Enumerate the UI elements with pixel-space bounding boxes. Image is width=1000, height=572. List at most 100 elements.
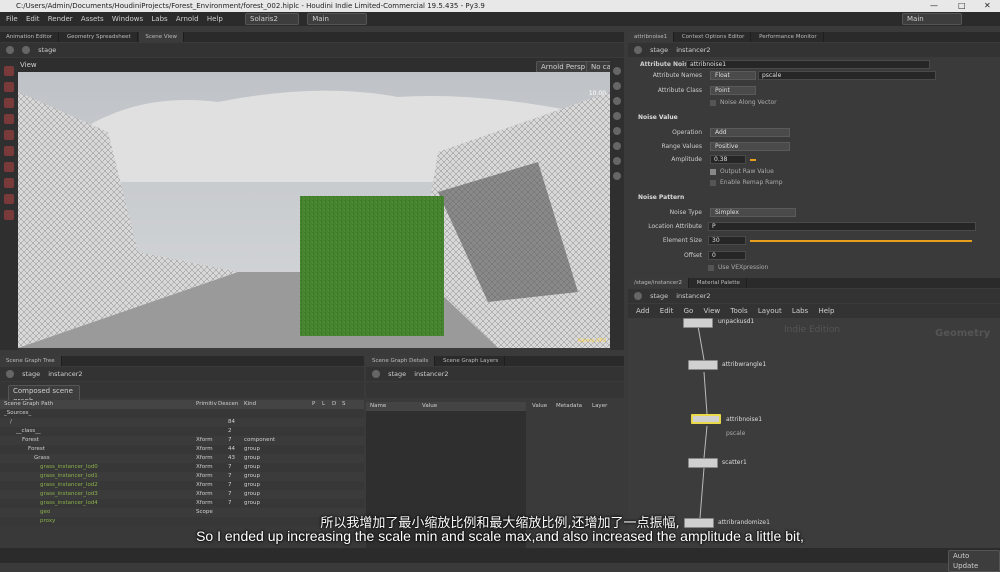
right-context-dropdown[interactable]: Main — [902, 13, 962, 25]
guides-icon[interactable] — [613, 157, 621, 165]
back-icon[interactable] — [634, 292, 642, 300]
shading-icon[interactable] — [613, 82, 621, 90]
col-s[interactable]: S — [342, 400, 346, 409]
tab-geometry-spreadsheet[interactable]: Geometry Spreadsheet — [61, 32, 138, 42]
net-menu-go[interactable]: Go — [684, 307, 694, 315]
lighting-icon[interactable] — [613, 97, 621, 105]
sgt-row[interactable]: grass_instancer_lod1 Xform 7 group — [0, 472, 364, 481]
desktop-dropdown[interactable]: Solaris2 — [245, 13, 300, 25]
node-name-field[interactable]: attribnoise1 — [686, 60, 930, 69]
tab-scene-graph-layers[interactable]: Scene Graph Layers — [437, 356, 506, 366]
node-unpackusd[interactable] — [683, 318, 713, 328]
snap-tool-icon[interactable] — [4, 194, 14, 204]
sgt-row[interactable]: grass_instancer_lod0 Xform 7 group — [0, 463, 364, 472]
tab-context-options[interactable]: Context Options Editor — [676, 32, 752, 42]
sgt-row[interactable]: / 84 — [0, 418, 364, 427]
menu-arnold[interactable]: Arnold — [176, 15, 199, 23]
scene-viewport[interactable]: 10.00 Karma XPU — [18, 72, 610, 348]
sgd-path-node[interactable]: instancer2 — [414, 370, 448, 378]
col-kind[interactable]: Kind — [244, 400, 256, 409]
output-raw-checkbox[interactable]: Output Raw Value — [710, 168, 774, 175]
sgt-path-node[interactable]: instancer2 — [48, 370, 82, 378]
menu-windows[interactable]: Windows — [112, 15, 143, 23]
forward-icon[interactable] — [22, 46, 31, 54]
grid-icon[interactable] — [613, 112, 621, 120]
offset-field[interactable]: 0 — [708, 251, 746, 260]
sgd-col-value[interactable]: Value — [422, 402, 437, 411]
net-menu-labs[interactable]: Labs — [792, 307, 808, 315]
col-path[interactable]: Scene Graph Path — [4, 400, 53, 409]
attr-name-field[interactable]: pscale — [758, 71, 936, 80]
menu-labs[interactable]: Labs — [151, 15, 167, 23]
close-button[interactable]: ✕ — [984, 0, 991, 12]
col-prim[interactable]: Primitiv — [196, 400, 217, 409]
tab-material-palette[interactable]: Material Palette — [691, 278, 747, 288]
node-attribwrangle[interactable] — [688, 360, 718, 370]
back-icon[interactable] — [372, 370, 380, 378]
rotate-tool-icon[interactable] — [4, 98, 14, 108]
maximize-button[interactable]: □ — [958, 0, 966, 12]
noise-along-vector-checkbox[interactable]: Noise Along Vector — [710, 99, 777, 106]
menu-assets[interactable]: Assets — [81, 15, 104, 23]
amplitude-field[interactable]: 0.38 — [710, 155, 746, 164]
tab-attribnoise[interactable]: attribnoise1 — [628, 32, 675, 42]
path-root[interactable]: stage — [650, 46, 668, 54]
sgd-path-root[interactable]: stage — [388, 370, 406, 378]
tab-net-path[interactable]: /stage/instancer2 — [628, 278, 690, 288]
sgd-col-name[interactable]: Name — [370, 402, 386, 411]
net-menu-view[interactable]: View — [704, 307, 721, 315]
side-tab-value[interactable]: Value — [532, 402, 547, 411]
move-tool-icon[interactable] — [4, 82, 14, 92]
display-icon[interactable] — [613, 67, 621, 75]
net-path-node[interactable]: instancer2 — [676, 292, 710, 300]
attr-class-dropdown[interactable]: Point — [710, 86, 756, 95]
noise-type-dropdown[interactable]: Simplex — [710, 208, 796, 217]
location-field[interactable]: P — [708, 222, 976, 231]
noise-pattern-section[interactable]: Noise Pattern — [638, 194, 684, 201]
use-vex-checkbox[interactable]: Use VEXpression — [708, 264, 768, 271]
path-node[interactable]: instancer2 — [676, 46, 710, 54]
col-d[interactable]: D — [332, 400, 336, 409]
tab-scene-view[interactable]: Scene View — [139, 32, 184, 42]
select-tool-icon[interactable] — [4, 66, 14, 76]
tab-perf-monitor[interactable]: Performance Monitor — [753, 32, 824, 42]
net-path-root[interactable]: stage — [650, 292, 668, 300]
menu-file[interactable]: File — [6, 15, 18, 23]
back-icon[interactable] — [634, 46, 642, 54]
side-tab-metadata[interactable]: Metadata — [556, 402, 582, 411]
net-menu-help[interactable]: Help — [818, 307, 834, 315]
sgt-row[interactable]: Grass Xform 43 group — [0, 454, 364, 463]
handle-tool-icon[interactable] — [4, 130, 14, 140]
tab-animation-editor[interactable]: Animation Editor — [0, 32, 60, 42]
enable-remap-checkbox[interactable]: Enable Remap Ramp — [710, 179, 783, 186]
ghost-icon[interactable] — [613, 172, 621, 180]
sgt-row[interactable]: grass_instancer_lod3 Xform 7 group — [0, 490, 364, 499]
menu-help[interactable]: Help — [207, 15, 223, 23]
menu-render[interactable]: Render — [48, 15, 73, 23]
node-attribnoise[interactable] — [691, 414, 721, 424]
paint-tool-icon[interactable] — [4, 146, 14, 156]
net-menu-layout[interactable]: Layout — [758, 307, 782, 315]
render-tool-icon[interactable] — [4, 210, 14, 220]
scale-tool-icon[interactable] — [4, 114, 14, 124]
attr-type-dropdown[interactable]: Float — [710, 71, 756, 80]
range-dropdown[interactable]: Positive — [710, 142, 790, 151]
operation-dropdown[interactable]: Add — [710, 128, 790, 137]
back-icon[interactable] — [6, 46, 14, 54]
sgt-row[interactable]: grass_instancer_lod4 Xform 7 group — [0, 499, 364, 508]
light-tool-icon[interactable] — [4, 162, 14, 172]
sgt-row[interactable]: Forest Xform 44 group — [0, 445, 364, 454]
path-stage[interactable]: stage — [38, 46, 56, 54]
sgt-row[interactable]: _Sources_ — [0, 409, 364, 418]
amplitude-slider[interactable] — [750, 159, 756, 161]
sgt-row[interactable]: grass_instancer_lod2 Xform 7 group — [0, 481, 364, 490]
side-tab-layer[interactable]: Layer — [592, 402, 607, 411]
points-icon[interactable] — [613, 127, 621, 135]
net-menu-add[interactable]: Add — [636, 307, 650, 315]
noise-value-section[interactable]: Noise Value — [638, 114, 678, 121]
col-desc[interactable]: Descen — [218, 400, 238, 409]
node-scatter[interactable] — [688, 458, 718, 468]
camera-tool-icon[interactable] — [4, 178, 14, 188]
tab-scene-graph-details[interactable]: Scene Graph Details — [366, 356, 436, 366]
context-dropdown[interactable]: Main — [307, 13, 368, 25]
